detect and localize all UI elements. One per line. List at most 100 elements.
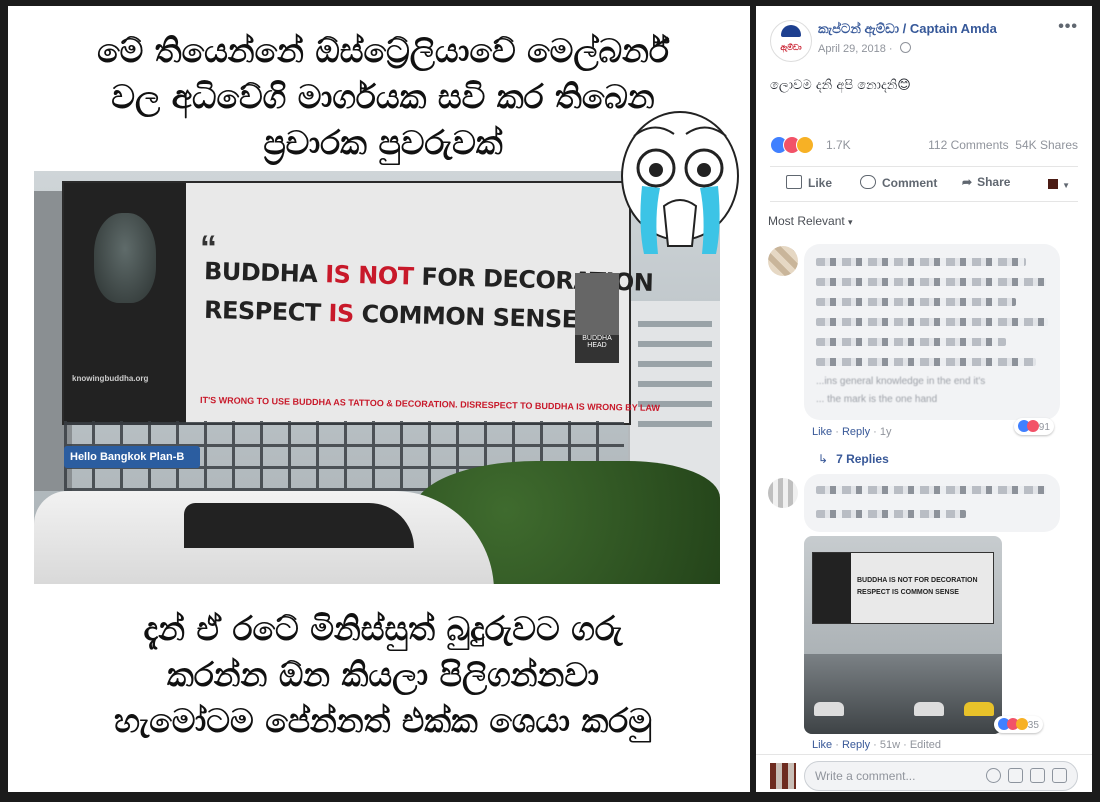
post-header: ඇම්ඩා කැප්ටන් ඇම්ඩා / Captain Amda April… [756,6,1092,66]
caption-line: මේ තියෙන්නේ ඕස්ට්‍රේලියාවේ මෙල්බර්න් [97,31,669,70]
more-options-icon[interactable]: ••• [1058,18,1078,36]
reply-arrow-icon: ↳ [818,452,829,466]
react-as-selector[interactable]: ▼ [1048,177,1070,191]
pixelated-text [816,358,1036,366]
sort-label: Most Relevant [768,214,845,228]
billboard-badge: BUDDHA HEAD [575,273,619,363]
comment-attached-image[interactable]: BUDDHA IS NOT FOR DECORATION RESPECT IS … [804,536,1002,734]
love-reaction-icon [1027,420,1039,432]
comment-sort-dropdown[interactable]: Most Relevant ▾ [768,214,853,228]
crying-meme-face-icon [621,111,739,254]
page-thumbnail-icon [1048,179,1059,189]
share-button[interactable]: ➦ Share [962,175,1010,189]
captain-hat-icon [781,25,801,37]
post-counts: 112 Comments 54K Shares [928,138,1078,152]
pixelated-text [816,278,1046,286]
pixelated-text [816,510,966,518]
mini-billboard: BUDDHA IS NOT FOR DECORATION RESPECT IS … [812,552,994,624]
reaction-icons [770,136,814,154]
mini-car [914,702,944,716]
haha-reaction-icon [1016,718,1028,730]
comment-bubble [804,474,1060,532]
mini-taxi [964,702,994,716]
comment-meta: Like · Reply · 51w · Edited [812,739,942,751]
comment-age[interactable]: 51w [880,739,900,751]
reaction-count: 35 [1027,720,1039,731]
post-text: ලොවම දනි අපි නොදනි😊 [770,78,911,93]
billboard-line-2: RESPECT IS COMMON SENSE,, [204,296,595,334]
post-action-bar: Like Comment ➦ Share ▼ [770,166,1078,202]
badge-label: BUDDHA HEAD [582,335,612,349]
street-sign: Hello Bangkok Plan-B [64,446,200,468]
replies-label: 7 Replies [836,452,889,466]
commenter-avatar[interactable] [768,478,798,508]
facebook-post-panel: ඇම්ඩා කැප්ටන් ඇම්ඩා / Captain Amda April… [756,6,1092,792]
comment-label: Comment [882,176,938,190]
comment-meta: Like · Reply · 1y [812,426,892,438]
haha-reaction-icon [796,136,814,154]
camera-icon[interactable] [1008,768,1023,783]
caption-line: දැන් ඒ රටේ මිනිස්සුත් බුදුරුවට ගරු [143,609,623,648]
comment-composer: Write a comment... [756,754,1092,793]
partial-comment-text: ...ins general knowledge in the end it's [816,376,986,387]
reaction-count: 91 [1038,422,1050,433]
buddha-head-image [94,213,156,303]
comment-like-link[interactable]: Like [812,739,832,751]
comment-input[interactable]: Write a comment... [804,761,1078,791]
comments-count-link[interactable]: 112 Comments [928,138,1008,152]
reaction-count[interactable]: 1.7K [826,138,851,152]
comment-bubble: ...ins general knowledge in the end it's… [804,244,1060,420]
pixelated-text [816,258,1026,266]
thumbs-up-icon [786,175,802,189]
mini-buddha-panel [813,553,851,623]
white-car [34,491,494,584]
pixelated-text [816,338,1006,346]
comment-reply-link[interactable]: Reply [842,426,870,438]
partial-comment-text: ... the mark is the one hand [816,394,938,405]
billboard-text: COMMON SENSE [353,299,578,334]
pixelated-text [816,318,1048,326]
globe-icon [899,42,911,53]
reactions-summary[interactable]: 1.7K 112 Comments 54K Shares [770,136,1078,156]
car-window [184,503,414,548]
billboard-text: RESPECT [203,295,329,328]
comment-age[interactable]: 1y [880,426,892,438]
gif-icon[interactable] [1030,768,1045,783]
mini-car [814,702,844,716]
billboard: knowingbuddha.org “ BUDDHA IS NOT FOR DE… [62,181,660,425]
share-label: Share [977,175,1011,189]
caption-line: හැමෝටම පේන්නත් එක්ක ශෙයා කරමු [114,701,652,740]
comment-button[interactable]: Comment [860,175,937,190]
mini-billboard-line: BUDDHA IS NOT FOR DECORATION [857,577,978,584]
caption-line: කරන්න ඕන කියලා පිලිගන්නවා [167,655,599,694]
comment-reactions-badge[interactable]: 35 [994,716,1043,733]
comment-placeholder: Write a comment... [815,769,916,783]
billboard-text: BUDDHA [203,257,326,289]
chevron-down-icon: ▾ [848,217,853,227]
meme-image[interactable]: මේ තියෙන්නේ ඕස්ට්‍රේලියාවේ මෙල්බර්න් වල … [8,6,750,792]
emoji-icon[interactable] [986,768,1001,783]
avatar-text: ඇම්ඩා [780,43,802,52]
like-button[interactable]: Like [786,175,832,190]
post-timestamp[interactable]: April 29, 2018 · [818,42,911,55]
share-arrow-icon: ➦ [962,175,973,189]
page-avatar[interactable]: ඇම්ඩා [770,20,812,62]
user-avatar [770,763,796,789]
comment-reply-link[interactable]: Reply [842,739,870,751]
pixelated-text [816,298,1016,306]
post-date-text: April 29, 2018 · [818,43,896,55]
comment-like-link[interactable]: Like [812,426,832,438]
shares-count-link[interactable]: 54K Shares [1015,138,1078,152]
comment-reactions-badge[interactable]: 91 [1014,418,1054,435]
commenter-avatar[interactable] [768,246,798,276]
view-replies-link[interactable]: ↳ 7 Replies [818,452,889,466]
billboard-text-red: IS NOT [324,260,414,291]
billboard-text-red: IS [328,299,355,328]
sticker-icon[interactable] [1052,768,1067,783]
meme-bottom-caption: දැන් ඒ රටේ මිනිස්සුත් බුදුරුවට ගරු කරන්න… [28,606,738,744]
page-name-link[interactable]: කැප්ටන් ඇම්ඩා / Captain Amda [818,21,997,37]
comment-icon [860,175,876,189]
mini-billboard-line: RESPECT IS COMMON SENSE [857,589,959,596]
billboard-website: knowingbuddha.org [72,374,149,383]
comment-edited[interactable]: Edited [910,739,941,751]
